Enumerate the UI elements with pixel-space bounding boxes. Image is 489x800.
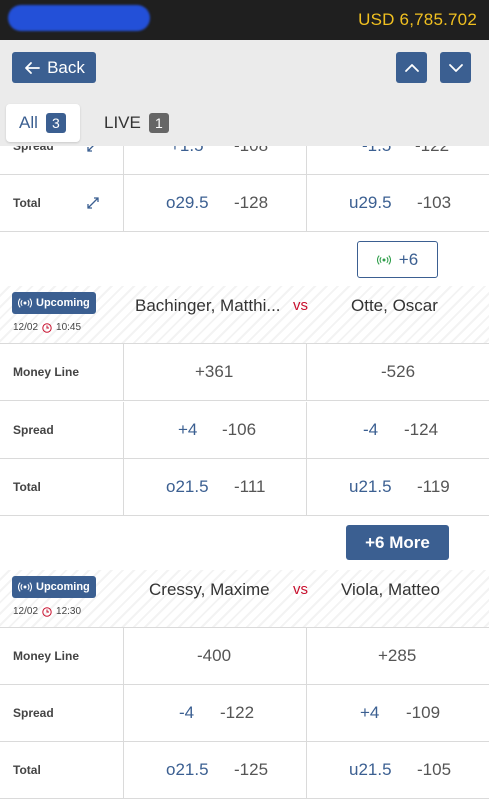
odds-line[interactable]: u21.5 bbox=[349, 742, 392, 798]
odds-price[interactable]: -109 bbox=[406, 685, 440, 741]
more-markets-button[interactable]: +6 More bbox=[346, 525, 449, 560]
match-date: 12/02 bbox=[13, 322, 39, 333]
more-markets-label: +6 bbox=[398, 249, 419, 269]
market-row-money-line: Money Line +361 -526 bbox=[0, 344, 489, 401]
clock-icon bbox=[42, 606, 52, 617]
tab-all-count: 3 bbox=[45, 113, 66, 133]
market-label: Money Line bbox=[13, 649, 80, 663]
odds-line[interactable]: -4 bbox=[363, 402, 378, 458]
home-team: Cressy, Maxime bbox=[149, 580, 270, 599]
odds-price[interactable]: -400 bbox=[197, 628, 231, 684]
match-date: 12/02 bbox=[13, 606, 39, 617]
market-label: Total bbox=[13, 763, 41, 777]
top-bar: USD 6,785.702 bbox=[0, 0, 489, 40]
away-team: Viola, Matteo bbox=[341, 580, 440, 599]
match-datetime: 12/02 12:30 bbox=[13, 606, 81, 617]
vs-label: vs bbox=[293, 581, 308, 598]
odds-line[interactable]: -1.5 bbox=[362, 146, 391, 174]
tab-all[interactable]: All 3 bbox=[6, 104, 80, 142]
status-label: Upcoming bbox=[36, 581, 90, 593]
filter-tabs: All 3 LIVE 1 bbox=[0, 100, 489, 146]
match-datetime: 12/02 10:45 bbox=[13, 322, 81, 333]
vs-label: vs bbox=[293, 297, 308, 314]
match-list[interactable]: Spread +1.5 -108 -1.5 -122 Total o29.5 -… bbox=[0, 146, 489, 800]
odds-line[interactable]: +4 bbox=[360, 685, 379, 741]
market-label: Total bbox=[13, 196, 41, 210]
chevron-down-icon bbox=[448, 63, 463, 72]
market-label: Spread bbox=[13, 706, 54, 720]
broadcast-icon bbox=[18, 298, 32, 308]
match-header[interactable]: Upcoming 12/02 12:30 Cressy, Maxime vs V… bbox=[0, 570, 489, 628]
odds-line[interactable]: o21.5 bbox=[166, 742, 209, 798]
tab-live-label: LIVE bbox=[104, 113, 141, 132]
match-time: 12:30 bbox=[56, 606, 82, 617]
more-markets-area: +6 bbox=[0, 233, 489, 286]
more-markets-area: +6 More bbox=[0, 517, 489, 570]
status-badge: Upcoming bbox=[12, 576, 96, 598]
scroll-up-button[interactable] bbox=[396, 52, 427, 83]
odds-line[interactable]: o21.5 bbox=[166, 459, 209, 515]
odds-price[interactable]: +285 bbox=[378, 628, 416, 684]
expand-icon[interactable] bbox=[85, 146, 101, 154]
home-team: Bachinger, Matthi... bbox=[135, 296, 281, 315]
broadcast-icon bbox=[376, 254, 391, 265]
market-row-spread: Spread +4 -106 -4 -124 bbox=[0, 402, 489, 459]
away-team: Otte, Oscar bbox=[351, 296, 438, 315]
odds-line[interactable]: o29.5 bbox=[166, 175, 209, 231]
odds-price[interactable]: +361 bbox=[195, 344, 233, 400]
market-label: Spread bbox=[13, 146, 54, 153]
odds-price[interactable]: -128 bbox=[234, 175, 268, 231]
back-arrow-icon bbox=[25, 61, 40, 74]
market-row-total: Total o21.5 -111 u21.5 -119 bbox=[0, 459, 489, 516]
market-row-spread: Spread +1.5 -108 -1.5 -122 bbox=[0, 146, 489, 175]
account-balance: USD 6,785.702 bbox=[358, 10, 477, 29]
chevron-up-icon bbox=[404, 63, 419, 72]
expand-icon[interactable] bbox=[85, 195, 101, 211]
odds-price[interactable]: -105 bbox=[417, 742, 451, 798]
odds-line[interactable]: u29.5 bbox=[349, 175, 392, 231]
match-header[interactable]: Upcoming 12/02 10:45 Bachinger, Matthi..… bbox=[0, 286, 489, 344]
market-row-total: Total o21.5 -125 u21.5 -105 bbox=[0, 742, 489, 799]
odds-price[interactable]: -122 bbox=[220, 685, 254, 741]
back-button-label: Back bbox=[47, 57, 85, 77]
clock-icon bbox=[42, 322, 52, 333]
scroll-down-button[interactable] bbox=[440, 52, 471, 83]
odds-price[interactable]: -111 bbox=[234, 459, 266, 515]
account-name-redacted bbox=[8, 5, 150, 31]
market-row-spread: Spread -4 -122 +4 -109 bbox=[0, 685, 489, 742]
market-label: Total bbox=[13, 480, 41, 494]
odds-price[interactable]: -106 bbox=[222, 402, 256, 458]
odds-price[interactable]: -526 bbox=[381, 344, 415, 400]
odds-line[interactable]: +4 bbox=[178, 402, 197, 458]
market-row-money-line: Money Line -400 +285 bbox=[0, 628, 489, 685]
match-time: 10:45 bbox=[56, 322, 82, 333]
market-label: Spread bbox=[13, 423, 54, 437]
back-button[interactable]: Back bbox=[12, 52, 96, 83]
tab-all-label: All bbox=[19, 113, 38, 132]
market-row-total: Total o29.5 -128 u29.5 -103 bbox=[0, 175, 489, 232]
odds-line[interactable]: +1.5 bbox=[170, 146, 204, 174]
status-badge: Upcoming bbox=[12, 292, 96, 314]
odds-price[interactable]: -124 bbox=[404, 402, 438, 458]
market-label: Money Line bbox=[13, 365, 80, 379]
status-label: Upcoming bbox=[36, 297, 90, 309]
tab-live-count: 1 bbox=[148, 113, 169, 133]
odds-line[interactable]: u21.5 bbox=[349, 459, 392, 515]
odds-price[interactable]: -103 bbox=[417, 175, 451, 231]
odds-price[interactable]: -119 bbox=[417, 459, 450, 515]
odds-price[interactable]: -108 bbox=[234, 146, 268, 174]
tab-live[interactable]: LIVE 1 bbox=[104, 104, 169, 142]
odds-price[interactable]: -125 bbox=[234, 742, 268, 798]
nav-bar: Back bbox=[0, 40, 489, 100]
odds-line[interactable]: -4 bbox=[179, 685, 194, 741]
broadcast-icon bbox=[18, 582, 32, 592]
more-markets-button[interactable]: +6 bbox=[357, 241, 438, 278]
odds-price[interactable]: -122 bbox=[415, 146, 449, 174]
